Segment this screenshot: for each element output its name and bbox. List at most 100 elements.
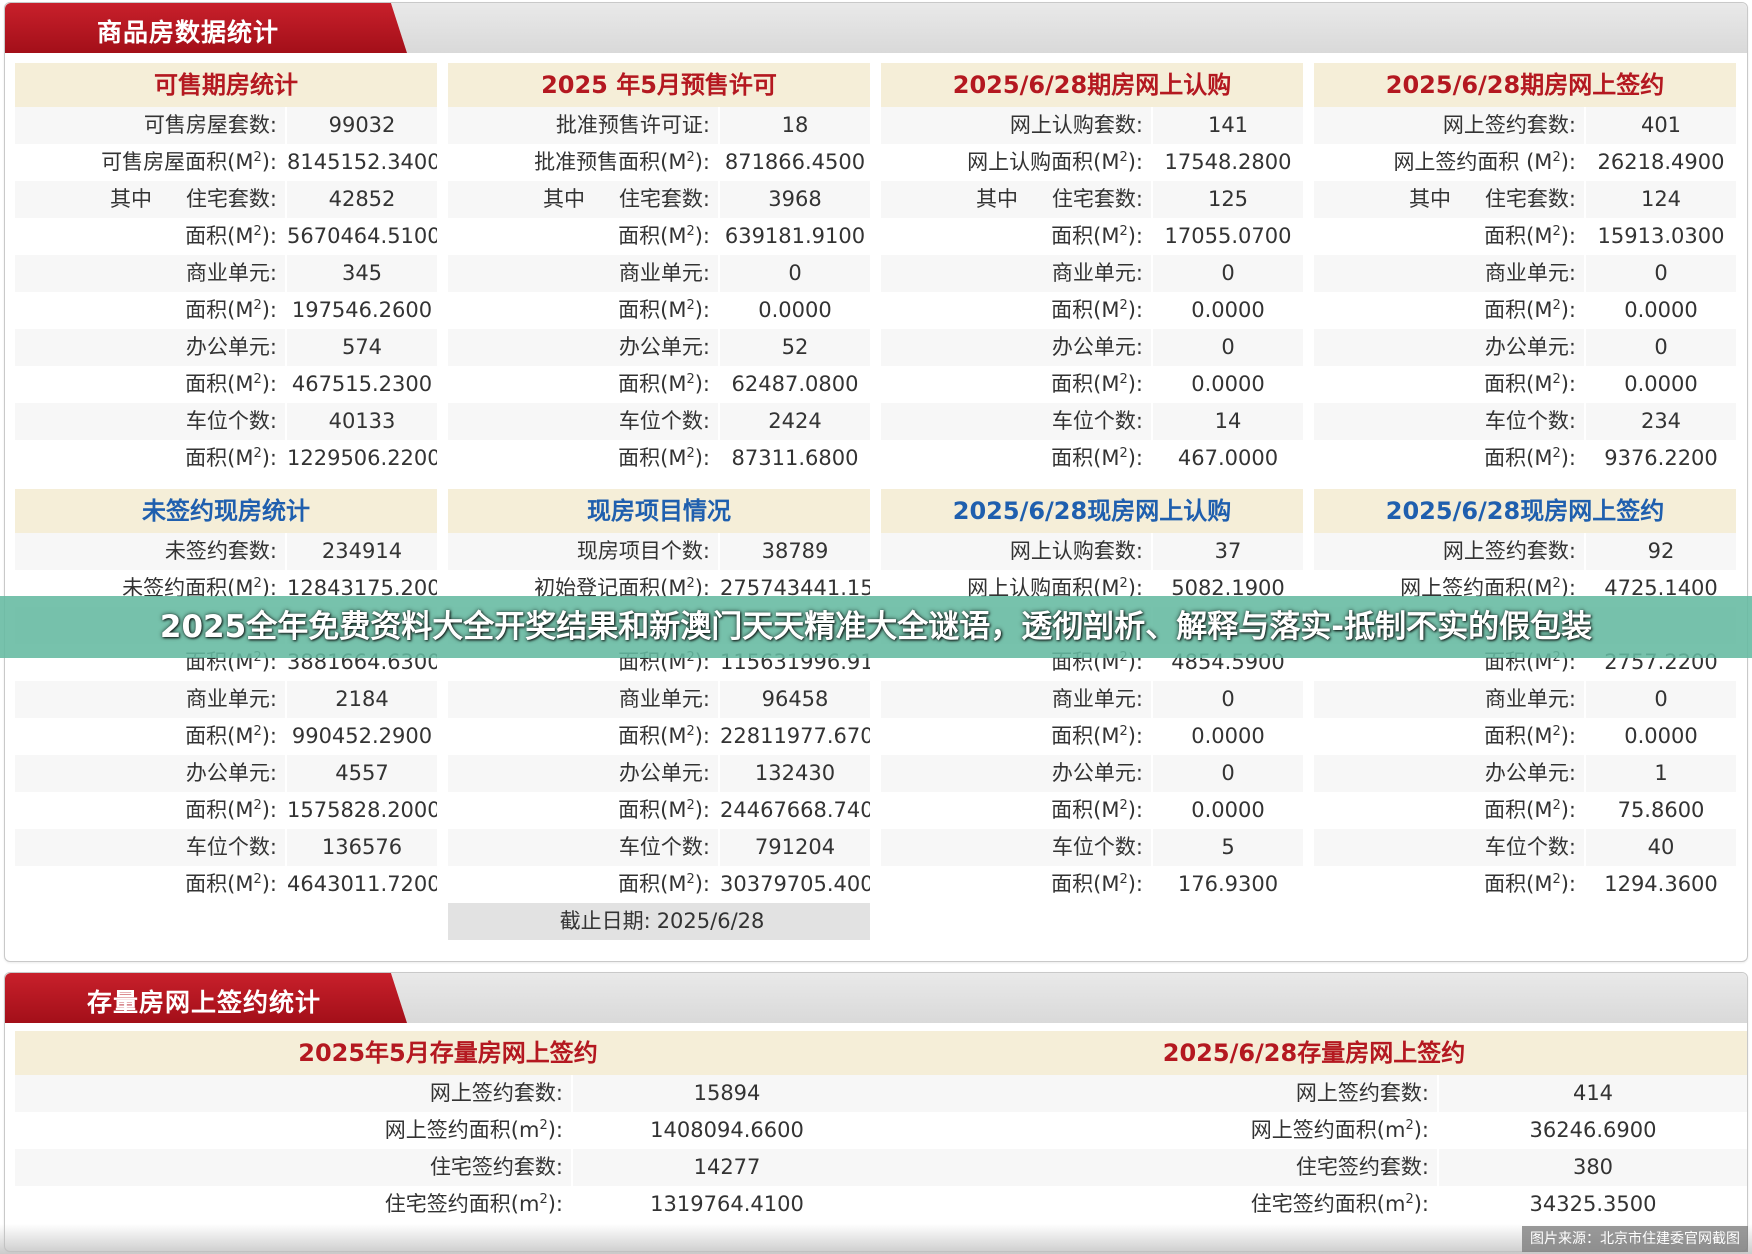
- stat-label-text: 办公单元:: [185, 335, 277, 359]
- stat-label-text: 商业单元:: [1051, 687, 1143, 711]
- stat-label-text: 网上签约面积(m2):: [384, 1118, 563, 1142]
- stat-label: 面积(M2):: [881, 366, 1153, 403]
- stat-label: 网上签约套数:: [881, 1075, 1439, 1112]
- stat-value: 1229506.2200: [287, 446, 437, 470]
- stat-label-text: 面积(M2):: [185, 798, 277, 822]
- stat-label: 住宅签约面积(m2):: [15, 1186, 573, 1223]
- stat-row: 面积(M2): 0.0000: [881, 366, 1303, 403]
- stat-label-text: 面积(M2):: [1484, 872, 1576, 896]
- stat-row: 其中 住宅套数: 125: [881, 181, 1303, 218]
- stat-row: 面积(M2): 22811977.6700: [448, 718, 870, 755]
- panel-title: 2025/6/28期房网上签约: [1314, 63, 1736, 107]
- stat-label-text: 可售房屋面积(M2):: [101, 150, 277, 174]
- stat-row: 商业单元: 0: [881, 681, 1303, 718]
- stat-value: 1294.3600: [1604, 872, 1718, 896]
- stat-row: 现房项目个数: 38789: [448, 533, 870, 570]
- resale-section: 存量房网上签约统计 2025年5月存量房网上签约 网上签约套数: 15894 网上签约…: [4, 972, 1748, 1252]
- stat-value: 197546.2600: [291, 298, 433, 322]
- stat-value: 1319764.4100: [650, 1192, 804, 1216]
- stat-label-text: 住宅套数:: [618, 187, 710, 211]
- stat-label: 办公单元:: [448, 755, 720, 792]
- stat-row: 商业单元: 0: [448, 255, 870, 292]
- stat-value: 4557: [335, 761, 389, 785]
- stat-label-text: 面积(M2):: [1051, 872, 1143, 896]
- panel-title: 2025/6/28现房网上签约: [1314, 489, 1736, 533]
- stat-value: 34325.3500: [1529, 1192, 1657, 1216]
- stat-label: 面积(M2):: [1314, 366, 1586, 403]
- stat-label-text: 面积(M2):: [618, 798, 710, 822]
- stat-row: 办公单元: 574: [15, 329, 437, 366]
- stat-label-text: 商业单元:: [1484, 687, 1576, 711]
- stat-label: 住宅签约套数:: [15, 1149, 573, 1186]
- stat-value: 24467668.7400: [720, 798, 870, 822]
- stat-label: 住宅签约面积(m2):: [881, 1186, 1439, 1223]
- stat-row: 面积(M2): 0.0000: [448, 292, 870, 329]
- stats-panel: 未签约现房统计 未签约套数: 234914 未签约面积(M2): 12843175.20…: [15, 489, 437, 903]
- stat-row: 其中 住宅套数: 3968: [448, 181, 870, 218]
- stat-label: 网上签约面积(m2):: [15, 1112, 573, 1149]
- stat-value: 15894: [693, 1081, 761, 1105]
- stat-label: 现房项目个数:: [448, 533, 720, 570]
- stat-row: 车位个数: 136576: [15, 829, 437, 866]
- panel-title: 2025/6/28存量房网上签约: [881, 1031, 1747, 1075]
- stat-value: 42852: [328, 187, 396, 211]
- stat-label: 车位个数:: [15, 829, 287, 866]
- stat-row: 办公单元: 0: [881, 329, 1303, 366]
- stats-panel: 可售期房统计 可售房屋套数: 99032 可售房屋面积(M2): 8145152.340…: [15, 63, 437, 477]
- stat-value: 0.0000: [1624, 298, 1698, 322]
- stat-label: 面积(M2):: [1314, 292, 1586, 329]
- stat-value: 0: [1654, 687, 1668, 711]
- stat-value: 62487.0800: [731, 372, 859, 396]
- stat-label-text: 面积(M2):: [185, 372, 277, 396]
- stat-label-text: 面积(M2):: [1484, 798, 1576, 822]
- stat-label-text: 住宅套数:: [185, 187, 277, 211]
- stat-label-text: 商业单元:: [618, 261, 710, 285]
- stat-value: 5670464.5100: [287, 224, 437, 248]
- stat-value: 0: [1221, 761, 1235, 785]
- stat-row: 可售房屋面积(M2): 8145152.3400: [15, 144, 437, 181]
- stat-label: 商业单元:: [881, 255, 1153, 292]
- stat-value: 0.0000: [1191, 798, 1265, 822]
- section-title: 存量房网上签约统计: [87, 988, 322, 1017]
- stat-row: 网上认购套数: 141: [881, 107, 1303, 144]
- stat-label: 面积(M2):: [15, 866, 287, 903]
- stat-label-text: 网上签约套数:: [429, 1081, 563, 1105]
- stat-value: 791204: [754, 835, 836, 859]
- panel-title: 2025 年5月预售许可: [448, 63, 870, 107]
- stat-label-text: 商业单元:: [185, 261, 277, 285]
- stat-row: 车位个数: 234: [1314, 403, 1736, 440]
- stat-label-text: 面积(M2):: [618, 872, 710, 896]
- stat-value: 18: [781, 113, 809, 137]
- stat-label: 办公单元:: [15, 755, 287, 792]
- stat-value: 125: [1207, 187, 1249, 211]
- stat-label: 车位个数:: [448, 403, 720, 440]
- stat-row: 面积(M2): 176.9300: [881, 866, 1303, 903]
- stat-label-text: 车位个数:: [1051, 409, 1143, 433]
- stat-label: 商业单元:: [15, 681, 287, 718]
- stat-label-text: 网上认购套数:: [1009, 113, 1143, 137]
- stat-label-text: 面积(M2):: [1051, 372, 1143, 396]
- stat-label-text: 车位个数:: [1484, 409, 1576, 433]
- stat-value: 639181.9100: [724, 224, 866, 248]
- stat-row: 车位个数: 14: [881, 403, 1303, 440]
- stat-value: 0.0000: [1624, 372, 1698, 396]
- image-credit: 图片来源：北京市住建委官网截图: [1522, 1226, 1748, 1252]
- stat-row: 批准预售面积(M2): 871866.4500: [448, 144, 870, 181]
- stat-label: 网上认购套数:: [881, 107, 1153, 144]
- stat-value: 0: [1221, 335, 1235, 359]
- stat-label-text: 商业单元:: [185, 687, 277, 711]
- stat-label: 面积(M2):: [448, 866, 720, 903]
- stat-row: 面积(M2): 197546.2600: [15, 292, 437, 329]
- stat-row: 面积(M2): 9376.2200: [1314, 440, 1736, 477]
- stat-label: 未签约套数:: [15, 533, 287, 570]
- stat-label: 网上签约套数:: [1314, 107, 1586, 144]
- stat-value: 52: [781, 335, 809, 359]
- stat-value: 141: [1207, 113, 1249, 137]
- stat-row: 面积(M2): 0.0000: [881, 792, 1303, 829]
- stat-row: 车位个数: 40133: [15, 403, 437, 440]
- stat-label: 面积(M2):: [15, 440, 287, 477]
- stat-label-text: 车位个数:: [618, 835, 710, 859]
- stat-label: 可售房屋面积(M2):: [15, 144, 287, 181]
- stat-label: 商业单元:: [881, 681, 1153, 718]
- stat-label: 商业单元:: [15, 255, 287, 292]
